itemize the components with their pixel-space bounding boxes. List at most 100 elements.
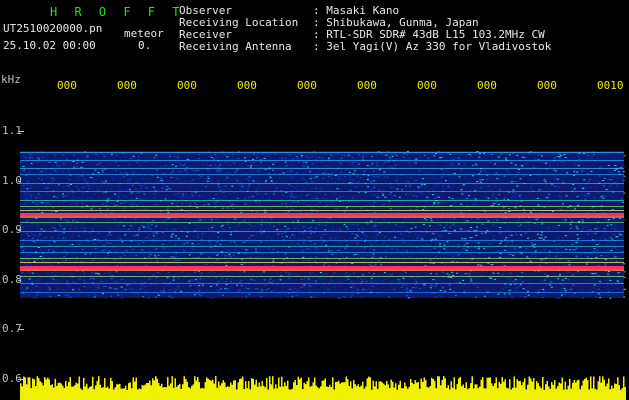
noise-pixel	[301, 190, 304, 192]
noise-pixel	[184, 244, 186, 246]
noise-pixel	[521, 272, 524, 273]
noise-pixel	[375, 164, 378, 166]
noise-pixel	[400, 238, 403, 240]
noise-pixel	[474, 163, 477, 165]
noise-pixel	[493, 210, 496, 212]
noise-pixel	[116, 293, 119, 295]
noise-pixel	[177, 161, 180, 163]
noise-pixel	[576, 228, 579, 230]
noise-pixel	[51, 212, 53, 213]
noise-pixel	[598, 243, 600, 245]
noise-pixel	[552, 225, 555, 227]
noise-pixel	[346, 228, 349, 230]
noise-pixel	[235, 256, 238, 257]
noise-pixel	[577, 297, 580, 299]
noise-pixel	[168, 161, 171, 163]
noise-pixel	[198, 220, 201, 222]
noise-pixel	[23, 188, 26, 190]
noise-pixel	[34, 295, 37, 297]
noise-pixel	[30, 282, 33, 284]
noise-pixel	[100, 284, 103, 286]
noise-pixel	[249, 178, 252, 180]
noise-pixel	[57, 234, 60, 236]
noise-pixel	[407, 184, 410, 186]
noise-pixel	[422, 178, 424, 180]
noise-pixel	[391, 248, 394, 250]
noise-pixel	[424, 286, 427, 288]
noise-pixel	[407, 163, 410, 164]
noise-pixel	[90, 278, 93, 280]
noise-pixel	[209, 180, 211, 182]
noise-pixel	[479, 203, 482, 205]
noise-pixel	[215, 200, 218, 202]
noise-pixel	[574, 208, 576, 210]
noise-pixel	[322, 172, 325, 174]
noise-pixel	[582, 187, 585, 189]
noise-pixel	[369, 254, 372, 256]
noise-pixel	[556, 255, 559, 256]
noise-pixel	[454, 294, 457, 296]
noise-pixel	[449, 222, 452, 224]
noise-pixel	[358, 222, 361, 224]
noise-pixel	[537, 158, 540, 160]
noise-pixel	[462, 274, 465, 276]
noise-pixel	[281, 233, 284, 235]
noise-pixel	[610, 236, 613, 238]
noise-pixel	[285, 290, 288, 292]
noise-pixel	[216, 170, 219, 171]
noise-pixel	[388, 238, 391, 239]
noise-pixel	[58, 202, 61, 204]
noise-pixel	[362, 229, 365, 231]
noise-pixel	[328, 248, 331, 250]
noise-pixel	[292, 201, 295, 203]
noise-pixel	[245, 178, 248, 180]
noise-pixel	[291, 208, 294, 210]
noise-pixel	[35, 235, 38, 237]
noise-pixel	[221, 204, 223, 205]
noise-pixel	[558, 156, 561, 158]
noise-pixel	[41, 175, 43, 177]
noise-pixel	[349, 224, 352, 226]
noise-pixel	[348, 197, 351, 199]
noise-pixel	[27, 271, 30, 273]
noise-pixel	[371, 175, 374, 177]
noise-pixel	[136, 162, 139, 164]
noise-pixel	[247, 179, 250, 181]
noise-pixel	[200, 272, 203, 274]
noise-pixel	[582, 195, 584, 196]
noise-pixel	[24, 157, 27, 158]
noise-pixel	[450, 277, 453, 278]
noise-pixel	[207, 203, 210, 205]
noise-pixel	[78, 278, 81, 280]
noise-pixel	[434, 278, 437, 280]
noise-pixel	[77, 295, 80, 297]
noise-pixel	[197, 170, 200, 172]
noise-pixel	[104, 180, 107, 182]
noise-pixel	[354, 237, 357, 239]
noise-pixel	[167, 201, 170, 203]
noise-pixel	[51, 253, 54, 255]
noise-pixel	[209, 247, 212, 249]
noise-pixel	[93, 218, 96, 219]
noise-pixel	[616, 202, 619, 204]
noise-pixel	[198, 218, 201, 220]
noise-pixel	[83, 179, 86, 181]
noise-pixel	[288, 272, 291, 274]
noise-pixel	[48, 289, 51, 291]
noise-pixel	[148, 278, 151, 280]
noise-pixel	[510, 234, 513, 236]
noise-pixel	[83, 186, 86, 188]
noise-pixel	[284, 158, 287, 160]
noise-pixel	[272, 248, 275, 250]
noise-pixel	[578, 156, 581, 157]
noise-pixel	[502, 218, 505, 220]
signal-band-background	[20, 151, 624, 298]
noise-pixel	[91, 186, 94, 188]
noise-pixel	[463, 207, 466, 209]
noise-pixel	[21, 243, 24, 245]
noise-pixel	[260, 165, 263, 167]
noise-pixel	[106, 211, 108, 213]
noise-pixel	[400, 201, 403, 203]
noise-pixel	[240, 285, 243, 287]
noise-pixel	[213, 248, 216, 250]
